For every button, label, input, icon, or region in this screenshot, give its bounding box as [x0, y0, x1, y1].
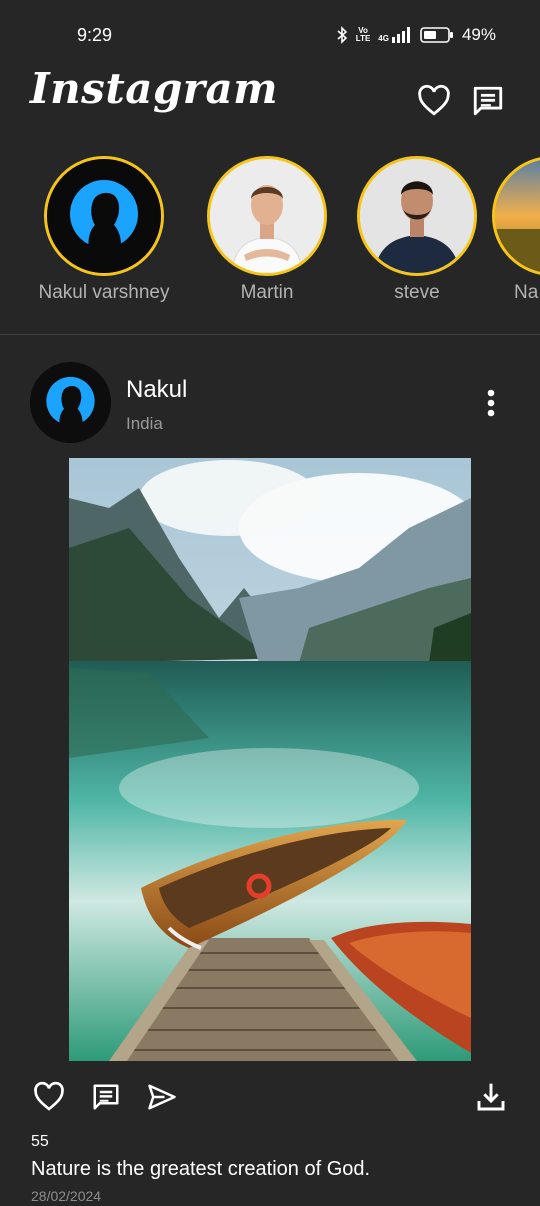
story-item[interactable]: Na [492, 156, 540, 304]
download-icon[interactable] [472, 1078, 510, 1116]
more-options-icon[interactable] [476, 386, 506, 420]
stories-row: Nakul varshney Martin steve Na [0, 156, 540, 316]
story-avatar [357, 156, 477, 276]
story-avatar [44, 156, 164, 276]
story-name: steve [394, 282, 440, 303]
comment-icon[interactable] [87, 1078, 125, 1116]
man-white-shirt-photo [210, 159, 324, 273]
battery-percent: 49% [461, 25, 496, 44]
story-item[interactable]: Martin [192, 156, 342, 304]
messages-icon[interactable] [469, 82, 507, 120]
signal-icon: 4G [378, 27, 412, 43]
instagram-logo: Instagram [30, 64, 279, 113]
post-caption: Nature is the greatest creation of God. [31, 1158, 371, 1180]
man-navy-sweater-photo [360, 159, 474, 273]
instagram-feed-screen: 9:29 Vo LTE 4G 49% Instagram Nakul varsh… [0, 0, 540, 1206]
post-image[interactable] [69, 458, 471, 1061]
post-username[interactable]: Nakul [126, 376, 187, 404]
story-avatar [492, 156, 540, 276]
story-name: Nakul varshney [38, 282, 170, 303]
silhouette-avatar-icon [30, 362, 111, 443]
post-avatar[interactable] [30, 362, 111, 443]
stories-divider [0, 334, 540, 335]
sunset-field-photo [495, 159, 540, 273]
story-name: Na [514, 282, 539, 303]
story-item[interactable]: Nakul varshney [29, 156, 179, 304]
mountain-lake-boats-photo [69, 458, 471, 1061]
notifications-heart-icon[interactable] [415, 82, 453, 120]
bluetooth-icon [336, 26, 348, 44]
status-time: 9:29 [77, 25, 113, 45]
share-icon[interactable] [143, 1078, 181, 1116]
story-item[interactable]: steve [342, 156, 492, 304]
post-date: 28/02/2024 [31, 1188, 102, 1204]
like-icon[interactable] [30, 1078, 68, 1116]
post-header: Nakul India [0, 360, 540, 450]
volte-icon: Vo LTE [355, 26, 371, 43]
post-location: India [126, 414, 163, 433]
story-name: Martin [240, 282, 294, 303]
likes-count: 55 [31, 1133, 49, 1150]
battery-icon [420, 26, 454, 44]
story-avatar [207, 156, 327, 276]
app-header: Instagram [0, 60, 540, 140]
silhouette-avatar-icon [47, 159, 161, 273]
status-icons: Vo LTE 4G 49% [336, 25, 496, 45]
post-actions [0, 1076, 540, 1120]
